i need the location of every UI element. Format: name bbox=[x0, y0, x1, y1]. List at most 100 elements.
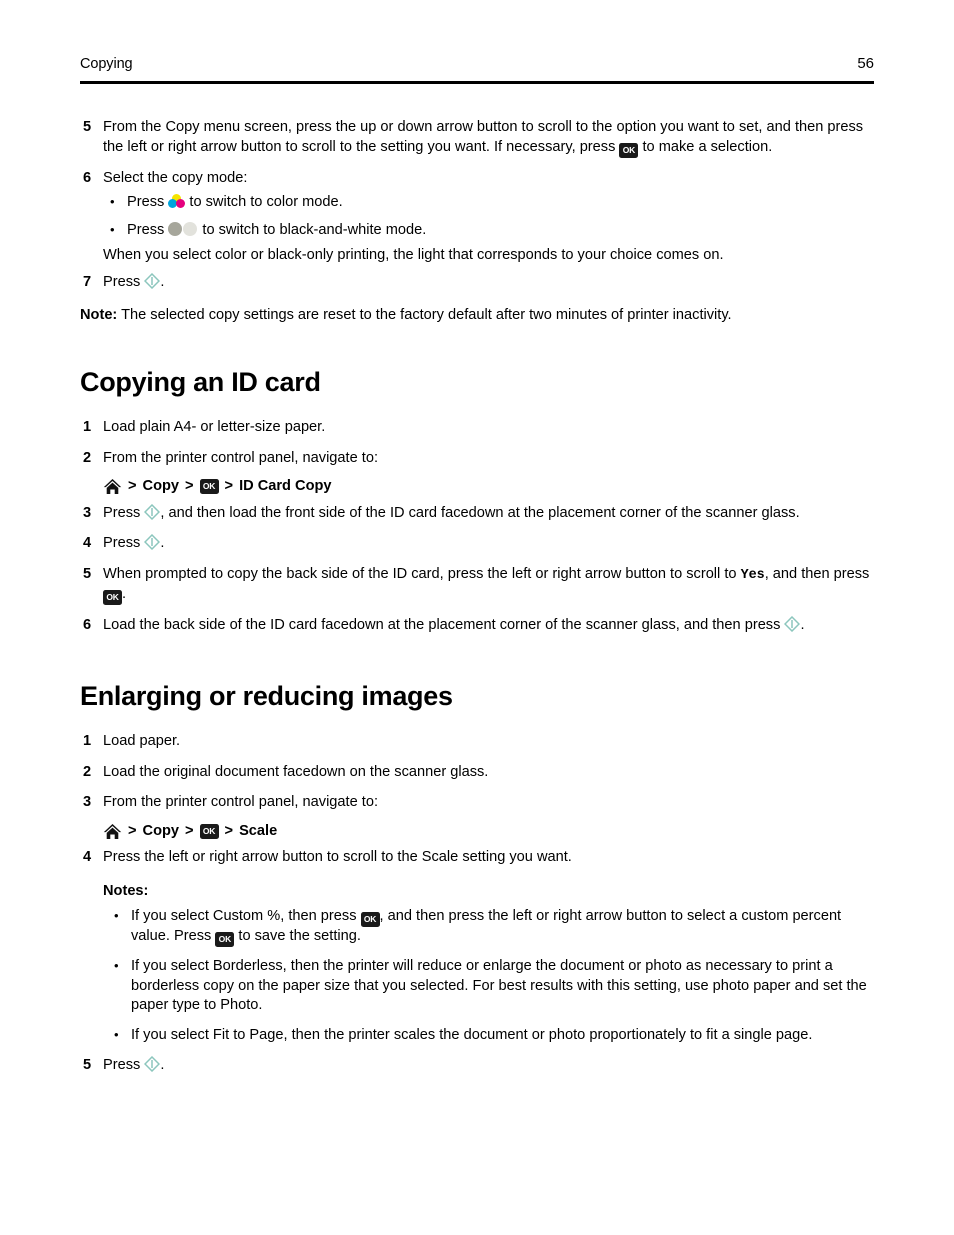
header-section-title: Copying bbox=[80, 55, 133, 72]
start-button-icon bbox=[144, 534, 161, 551]
step-item: 6 Load the back side of the ID card face… bbox=[80, 616, 880, 636]
ok-button-icon: OK bbox=[199, 479, 219, 495]
list-item: Press to switch to color mode. bbox=[103, 192, 880, 213]
notes-label: Notes: bbox=[103, 882, 149, 899]
step-text: Press . bbox=[103, 1056, 880, 1076]
bullet-text-after-icon: to switch to black-and-white mode. bbox=[198, 221, 427, 238]
start-button-icon bbox=[784, 616, 801, 633]
step-text-after-icon: . bbox=[160, 273, 165, 290]
step-number: 3 bbox=[83, 794, 92, 811]
step-number: 4 bbox=[83, 849, 92, 866]
step-text: Load the back side of the ID card facedo… bbox=[103, 616, 880, 636]
note-text-part3: to save the setting. bbox=[234, 928, 361, 945]
step-item: 7 Press . bbox=[80, 272, 880, 293]
step-lead-text: From the printer control panel, navigate… bbox=[103, 794, 378, 811]
header-divider bbox=[80, 81, 874, 84]
step-item: 4 Press . bbox=[80, 534, 880, 554]
step-number: 4 bbox=[83, 535, 92, 552]
step-item: 6 Select the copy mode: Press to switch … bbox=[80, 169, 880, 266]
note-text: The selected copy settings are reset to … bbox=[117, 307, 732, 323]
start-button-icon bbox=[144, 503, 161, 520]
step-item: 1 Load paper. bbox=[80, 732, 880, 752]
note-text-part1: If you select Custom %, then press bbox=[131, 908, 361, 925]
step-text-part1: When prompted to copy the back side of t… bbox=[103, 565, 741, 582]
step-followup-text: When you select color or black-only prin… bbox=[103, 247, 724, 263]
breadcrumb-separator: > bbox=[185, 822, 194, 839]
list-item: Press to switch to black-and-white mode. bbox=[103, 220, 880, 241]
step-text-before-icon: Press bbox=[103, 535, 145, 552]
list-item: If you select Borderless, then the print… bbox=[103, 956, 880, 1016]
page-header: Copying 56 bbox=[80, 56, 874, 71]
home-icon bbox=[103, 478, 122, 495]
document-page: Copying 56 5 From the Copy menu screen, … bbox=[0, 0, 954, 1235]
step-text: Press , and then load the front side of … bbox=[103, 503, 880, 524]
step-item: 2 Load the original document facedown on… bbox=[80, 763, 880, 783]
ok-button-icon: OK bbox=[199, 824, 219, 840]
step-number: 1 bbox=[83, 419, 92, 436]
step-number: 7 bbox=[83, 273, 92, 290]
black-and-white-mode-icon bbox=[168, 221, 198, 237]
list-item: If you select Custom %, then press OK, a… bbox=[103, 906, 880, 948]
ok-button-icon: OK bbox=[103, 590, 122, 606]
start-button-icon bbox=[144, 1056, 161, 1073]
breadcrumb-separator: > bbox=[128, 478, 137, 495]
step-item: 1 Load plain A4- or letter-size paper. bbox=[80, 418, 880, 438]
home-icon bbox=[103, 823, 122, 840]
bullet-text-before-icon: Press bbox=[127, 221, 169, 238]
step-text-after-icon: , and then load the front side of the ID… bbox=[160, 504, 800, 521]
step-text: Load paper. bbox=[103, 733, 181, 750]
step-text-after-icon: . bbox=[160, 1057, 165, 1074]
breadcrumb-separator: > bbox=[185, 478, 194, 495]
note-paragraph: Note: The selected copy settings are res… bbox=[80, 306, 880, 326]
step-number: 5 bbox=[83, 119, 92, 135]
step-item: 4 Press the left or right arrow button t… bbox=[80, 848, 880, 1049]
step-item: 5 From the Copy menu screen, press the u… bbox=[80, 118, 880, 158]
step-text: From the printer control panel, navigate… bbox=[103, 793, 880, 841]
step-item: 5 Press . bbox=[80, 1056, 880, 1076]
start-button-icon bbox=[144, 272, 161, 289]
notes-list: If you select Custom %, then press OK, a… bbox=[103, 906, 880, 1046]
menu-value-yes: Yes bbox=[740, 567, 765, 583]
step-text-part3: . bbox=[122, 586, 127, 603]
breadcrumb: > Copy > OK > Scale bbox=[103, 822, 880, 842]
step-number: 5 bbox=[83, 565, 92, 582]
breadcrumb-item-destination: ID Card Copy bbox=[239, 478, 332, 495]
bullet-text-before-icon: Press bbox=[127, 194, 169, 210]
ok-button-icon: OK bbox=[619, 142, 639, 158]
note-label: Note: bbox=[80, 307, 118, 323]
step-item: 2 From the printer control panel, naviga… bbox=[80, 449, 880, 497]
breadcrumb: > Copy > OK > ID Card Copy bbox=[103, 477, 880, 497]
breadcrumb-item-destination: Scale bbox=[239, 822, 278, 839]
step-number: 1 bbox=[83, 733, 92, 750]
step-text-after-icon: to make a selection. bbox=[638, 138, 773, 155]
step-number: 3 bbox=[83, 504, 92, 521]
step-lead-text: From the printer control panel, navigate… bbox=[103, 449, 378, 466]
step-text: Press the left or right arrow button to … bbox=[103, 848, 880, 1049]
step-text: When prompted to copy the back side of t… bbox=[103, 565, 880, 606]
step-text: Press . bbox=[103, 534, 880, 554]
step-text-after-icon: . bbox=[160, 535, 165, 552]
step-text: Load the original document facedown on t… bbox=[103, 763, 489, 780]
page-number: 56 bbox=[857, 55, 874, 72]
ok-button-icon: OK bbox=[215, 932, 235, 948]
step-text-after-icon: . bbox=[800, 617, 805, 634]
step-number: 2 bbox=[83, 763, 92, 780]
bullet-list: Press to switch to color mode. Press to … bbox=[103, 192, 880, 241]
bullet-text-after-icon: to switch to color mode. bbox=[185, 194, 343, 210]
ok-button-icon: OK bbox=[360, 912, 380, 928]
step-number: 6 bbox=[83, 617, 92, 634]
step-text-before-icon: Press bbox=[103, 273, 145, 290]
step-number: 6 bbox=[83, 169, 92, 186]
step-text: From the Copy menu screen, press the up … bbox=[103, 118, 880, 158]
step-lead-text: Select the copy mode: bbox=[103, 169, 248, 186]
step-text-part2: , and then press bbox=[764, 565, 870, 582]
breadcrumb-separator: > bbox=[224, 822, 234, 839]
section-heading-scale: Enlarging or reducing images bbox=[80, 680, 453, 711]
document-body: 5 From the Copy menu screen, press the u… bbox=[80, 118, 880, 1087]
step-lead-text: Press the left or right arrow button to … bbox=[103, 849, 572, 866]
step-text-before-icon: Load the back side of the ID card facedo… bbox=[103, 617, 785, 634]
step-text: Press . bbox=[103, 272, 880, 293]
step-text: Select the copy mode: Press to switch to… bbox=[103, 169, 880, 266]
step-text-before-icon: Press bbox=[103, 1057, 145, 1074]
list-item: If you select Fit to Page, then the prin… bbox=[103, 1025, 880, 1046]
